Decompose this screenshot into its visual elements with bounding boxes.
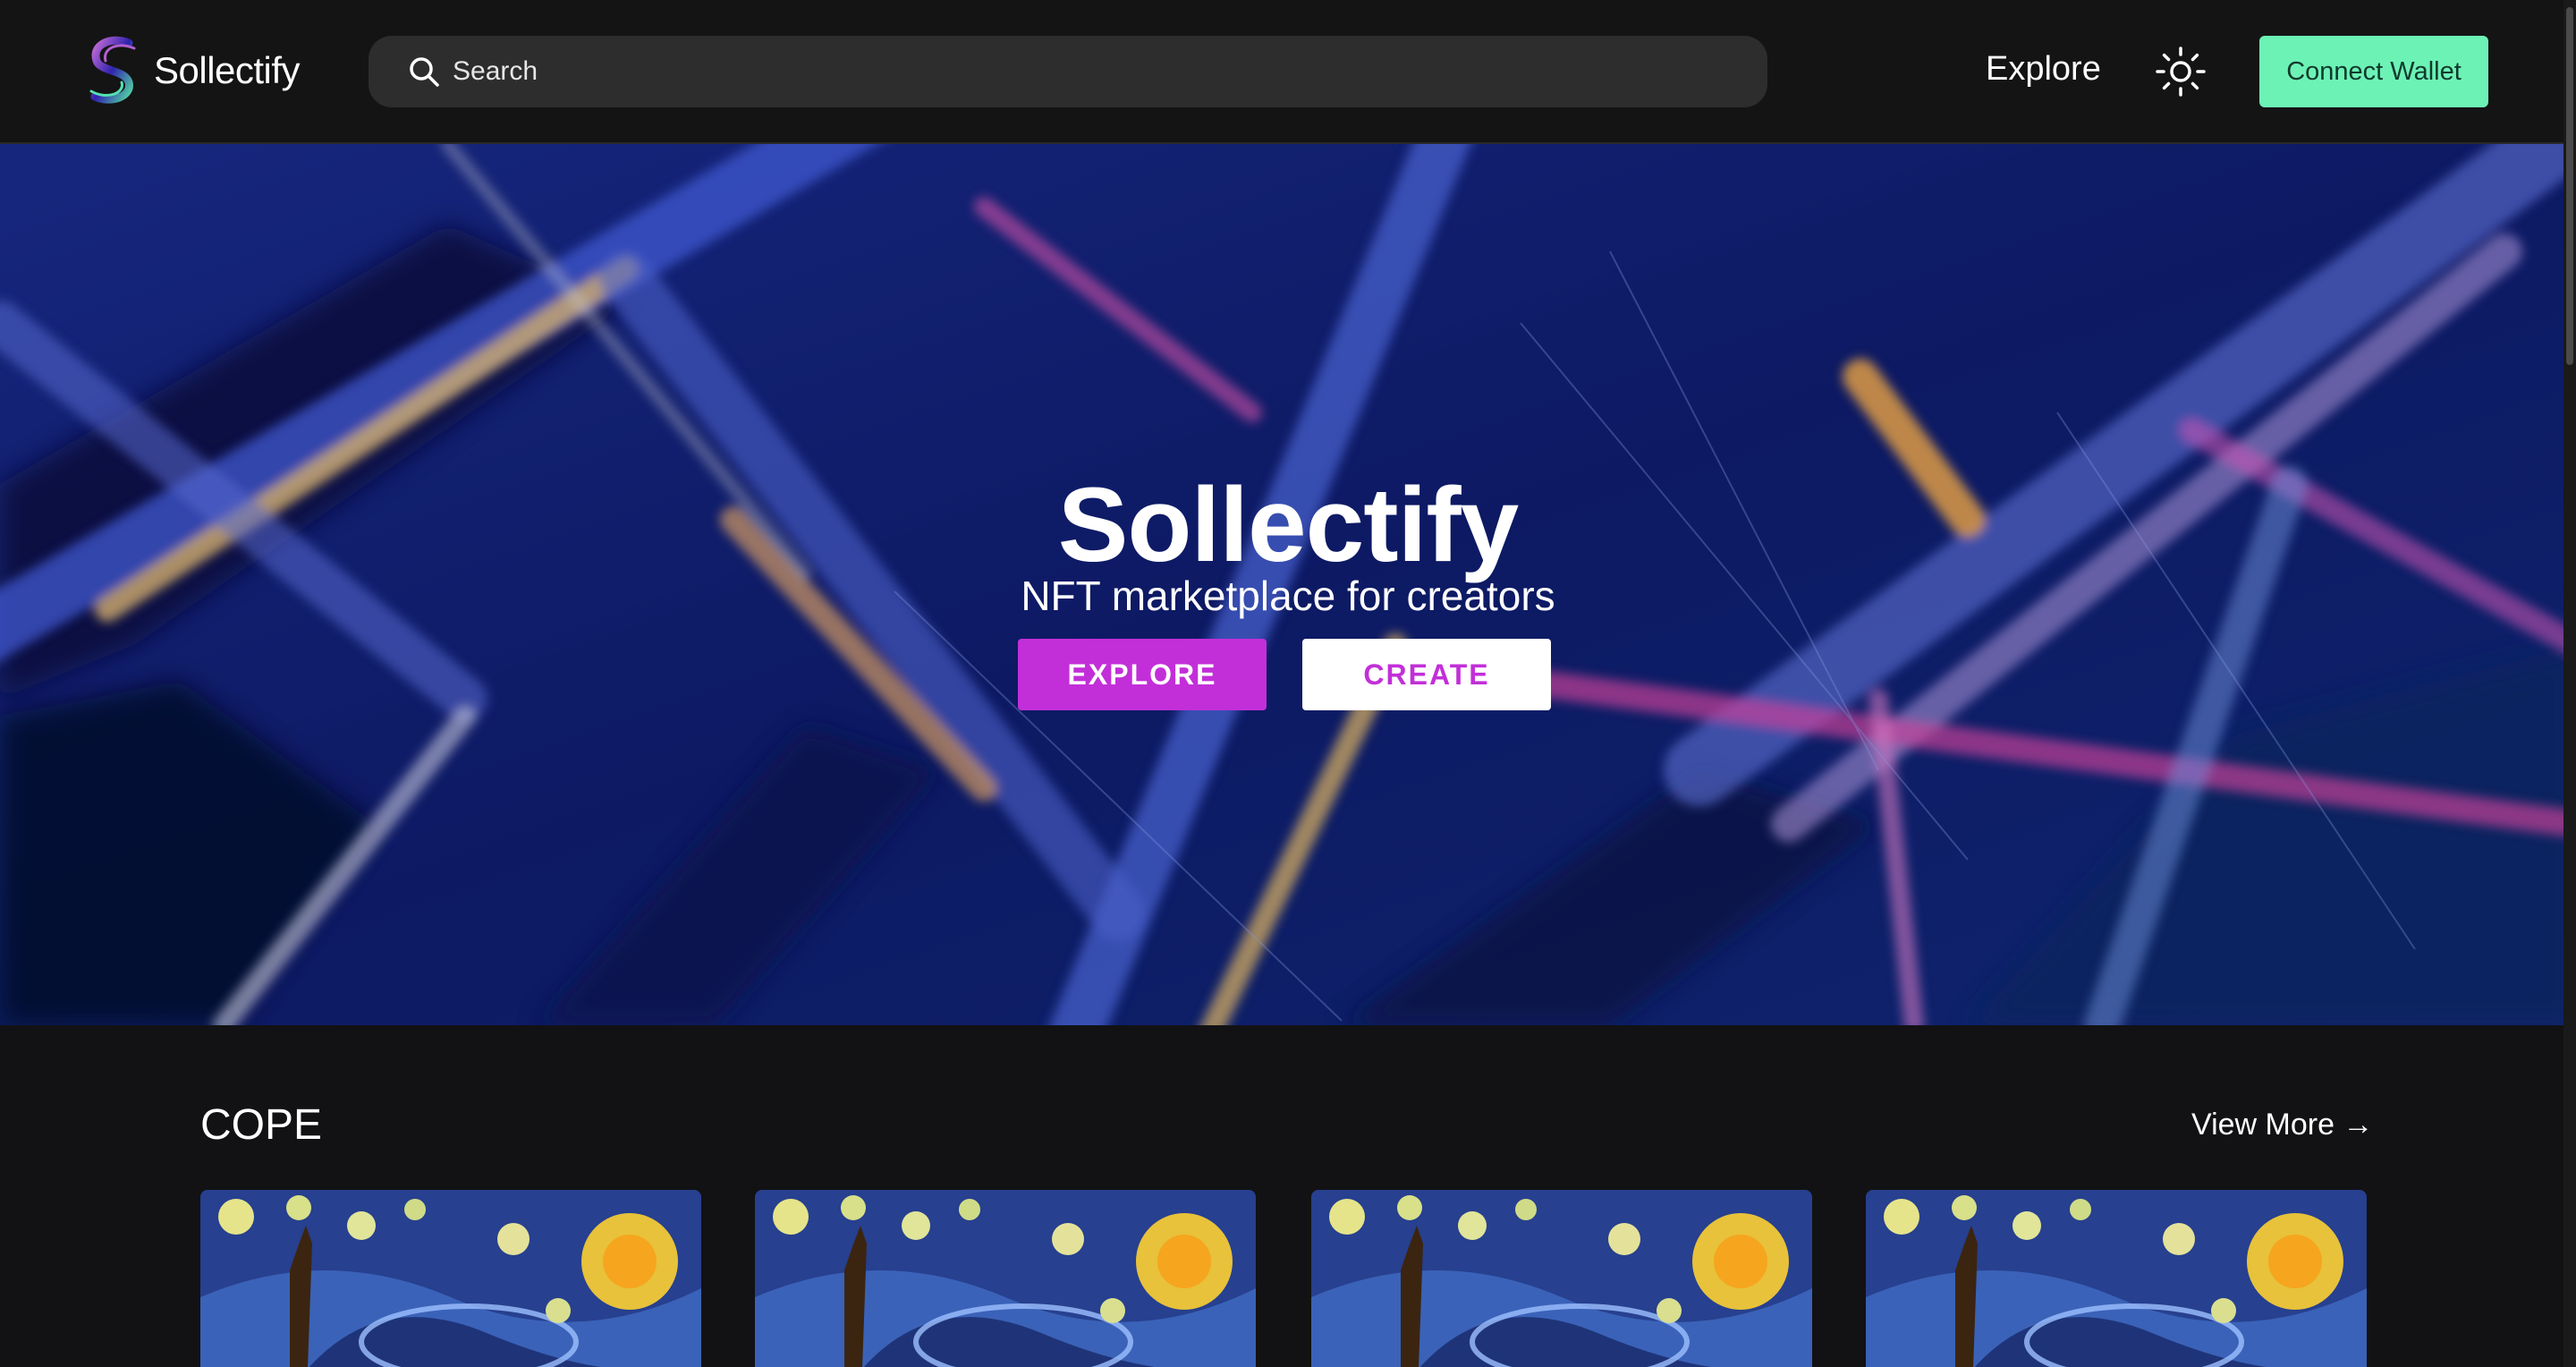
sun-icon[interactable] — [2154, 45, 2207, 98]
sollectify-logo-icon — [89, 36, 136, 104]
hero-subtitle: NFT marketplace for creators — [1021, 573, 1555, 619]
hero-create-button[interactable]: CREATE — [1302, 639, 1551, 710]
nav-explore-link[interactable]: Explore — [1986, 50, 2101, 89]
nft-card[interactable] — [755, 1190, 1256, 1367]
nft-card[interactable] — [1866, 1190, 2367, 1367]
starry-night-artwork — [755, 1190, 1256, 1367]
search-bar — [369, 36, 1767, 107]
view-more-link[interactable]: View More → — [2191, 1108, 2373, 1142]
search-input[interactable] — [453, 36, 1741, 107]
scrollbar-thumb[interactable] — [2566, 7, 2573, 365]
collection-title: COPE — [200, 1101, 323, 1149]
page: Sollectify Explore Connect Wall — [0, 0, 2576, 1367]
top-navbar: Sollectify Explore Connect Wall — [0, 0, 2576, 144]
brand-name: Sollectify — [154, 49, 301, 91]
hero-explore-button[interactable]: EXPLORE — [1018, 639, 1267, 710]
nft-card[interactable] — [1311, 1190, 1812, 1367]
connect-wallet-button[interactable]: Connect Wallet — [2259, 36, 2488, 107]
brand-logo[interactable]: Sollectify — [84, 34, 301, 107]
page-scrollbar[interactable] — [2563, 0, 2576, 1367]
starry-night-artwork — [200, 1190, 701, 1367]
search-icon — [410, 57, 439, 87]
nft-card[interactable] — [200, 1190, 701, 1367]
starry-night-artwork — [1311, 1190, 1812, 1367]
hero-title: Sollectify — [1057, 466, 1520, 584]
hero-banner: Sollectify NFT marketplace for creators … — [0, 144, 2576, 1025]
starry-night-artwork — [1866, 1190, 2367, 1367]
